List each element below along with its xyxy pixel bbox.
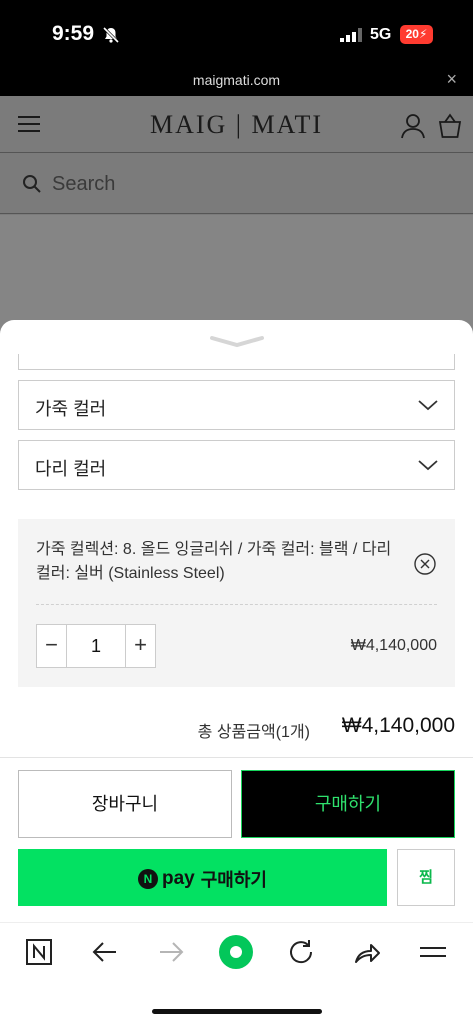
url-bar[interactable]: maigmati.com × (0, 66, 473, 96)
search-input[interactable]: Search (52, 173, 115, 196)
total-price: ₩4,140,000 (341, 714, 455, 737)
network-label: 5G (370, 26, 392, 43)
close-icon[interactable]: × (446, 69, 457, 90)
naver-n-icon[interactable] (24, 937, 54, 967)
wishlist-button[interactable]: 찜 (397, 849, 455, 906)
refresh-icon[interactable] (286, 937, 316, 967)
naver-pay-wordmark: pay (162, 868, 195, 889)
status-time: 9:59 (52, 22, 95, 45)
back-arrow-icon[interactable] (90, 937, 120, 967)
select-label: 다리 컬러 (35, 459, 107, 479)
site-search[interactable]: Search (0, 154, 473, 214)
quantity-stepper: − 1 + (36, 624, 156, 668)
charging-icon: ⚡ (418, 27, 428, 41)
browser-toolbar (0, 922, 473, 1024)
green-dot-icon[interactable] (218, 934, 254, 970)
decrease-quantity-button[interactable]: − (37, 625, 67, 667)
signal-icon (340, 28, 362, 42)
selected-option-box: 가죽 컬렉션: 8. 올드 잉글리쉬 / 가죽 컬러: 블랙 / 다리 컬러: … (18, 519, 455, 687)
status-bar: 9:59 5G 20⚡ (0, 0, 473, 66)
naver-pay-button[interactable]: Npay 구매하기 (18, 849, 387, 906)
forward-arrow-icon[interactable] (156, 937, 186, 967)
naver-pay-content: Npay 구매하기 (18, 866, 387, 892)
chevron-down-icon (418, 400, 438, 411)
sheet-collapse-handle-icon[interactable] (210, 334, 264, 350)
leg-color-select[interactable]: 다리 컬러 (18, 440, 455, 490)
leather-color-select[interactable]: 가죽 컬러 (18, 380, 455, 430)
add-to-cart-button[interactable]: 장바구니 (18, 770, 232, 838)
total-row: 총 상품금액(1개) ₩4,140,000 (0, 714, 473, 744)
battery-level: 20 (405, 27, 419, 41)
buy-now-button[interactable]: 구매하기 (241, 770, 455, 838)
previous-select-edge (18, 354, 455, 370)
menu-icon[interactable] (418, 937, 448, 967)
option-price: ₩4,140,000 (350, 637, 437, 654)
quantity-input[interactable]: 1 (67, 625, 125, 667)
cart-icon[interactable] (437, 113, 463, 139)
chevron-down-icon (418, 460, 438, 471)
remove-option-icon[interactable] (414, 553, 436, 575)
site-backdrop: MAIG | MATI Search (0, 96, 473, 345)
total-label: 총 상품금액(1개) (197, 724, 310, 741)
battery-indicator: 20⚡ (400, 25, 433, 44)
naver-pay-logo-icon: N (138, 869, 158, 889)
sheet-divider (0, 757, 473, 758)
select-label: 가죽 컬러 (35, 399, 107, 419)
search-icon (23, 175, 41, 193)
user-icon[interactable] (400, 113, 426, 139)
url-text[interactable]: maigmati.com (0, 72, 473, 88)
naver-pay-label: 구매하기 (200, 870, 267, 890)
bell-slash-icon (102, 26, 120, 44)
purchase-sheet: 가죽 컬러 다리 컬러 가죽 컬렉션: 8. 올드 잉글리쉬 / 가죽 컬러: … (0, 320, 473, 922)
increase-quantity-button[interactable]: + (125, 625, 155, 667)
option-divider (36, 604, 437, 605)
home-indicator (152, 1009, 322, 1014)
site-header: MAIG | MATI (0, 96, 473, 153)
share-icon[interactable] (352, 937, 382, 967)
selected-option-text: 가죽 컬렉션: 8. 올드 잉글리쉬 / 가죽 컬러: 블랙 / 다리 컬러: … (36, 541, 392, 582)
